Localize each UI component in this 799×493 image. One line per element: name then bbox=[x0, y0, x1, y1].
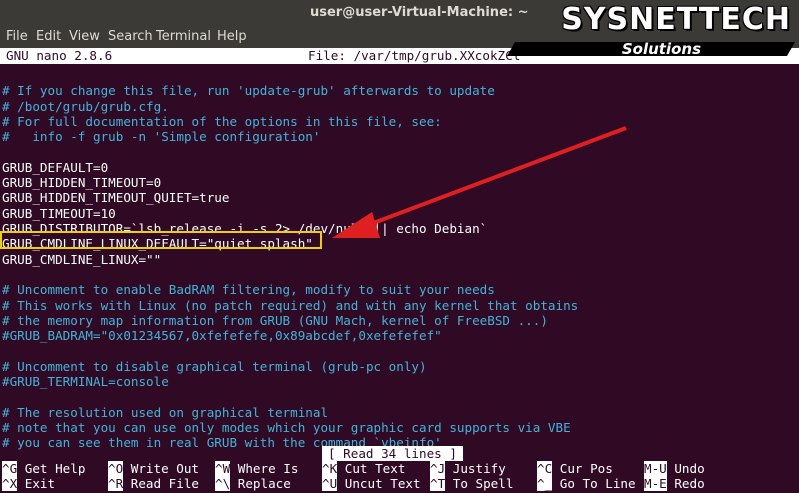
nano-version: GNU nano 2.8.6 bbox=[6, 48, 113, 63]
shortcut-justify[interactable]: ^J Justify bbox=[430, 461, 506, 476]
editor-line: GRUB_CMDLINE_LINUX="" bbox=[2, 251, 162, 267]
menu-terminal[interactable]: Terminal bbox=[156, 29, 211, 44]
shortcut-key: ^R bbox=[108, 476, 124, 491]
shortcut-label: To Spell bbox=[445, 476, 514, 491]
shortcut-redo[interactable]: M-E Redo bbox=[644, 476, 705, 491]
editor-line: # This works with Linux (no patch requir… bbox=[2, 297, 579, 313]
shortcut-key: ^X bbox=[2, 476, 18, 491]
shortcut-undo[interactable]: M-U Undo bbox=[644, 461, 705, 476]
highlight-box bbox=[0, 231, 322, 249]
shortcut-to-spell[interactable]: ^T To Spell bbox=[430, 476, 513, 491]
nano-file-name: File: /var/tmp/grub.XXcokZCl bbox=[308, 48, 521, 63]
shortcut-key: ^_ bbox=[537, 476, 553, 491]
shortcut-key: ^C bbox=[537, 461, 553, 476]
shortcut-key: ^K bbox=[322, 461, 338, 476]
shortcut-write-out[interactable]: ^O Write Out bbox=[108, 461, 199, 476]
shortcut-label: Go To Line bbox=[552, 476, 636, 491]
shortcut-key: ^W bbox=[215, 461, 231, 476]
editor-line: # Uncomment to enable BadRAM filtering, … bbox=[2, 282, 495, 298]
shortcut-key: ^\ bbox=[215, 476, 231, 491]
shortcut-key: ^G bbox=[2, 461, 18, 476]
shortcut-label: Write Out bbox=[123, 461, 199, 476]
logo-main-text: SYSNETTECH bbox=[561, 2, 791, 37]
editor-line: GRUB_DEFAULT=0 bbox=[2, 159, 109, 175]
menu-file[interactable]: File bbox=[6, 29, 28, 44]
editor-line: # If you change this file, run 'update-g… bbox=[2, 83, 495, 99]
editor-line: # note that you can use only modes which… bbox=[2, 419, 571, 435]
editor-line: GRUB_TIMEOUT=10 bbox=[2, 205, 116, 221]
terminal-area[interactable]: GNU nano 2.8.6 File: /var/tmp/grub.XXcok… bbox=[0, 48, 799, 493]
shortcut-key: ^O bbox=[108, 461, 124, 476]
editor-line: # For full documentation of the options … bbox=[2, 113, 442, 129]
shortcut-get-help[interactable]: ^G Get Help bbox=[2, 461, 85, 476]
menu-search[interactable]: Search bbox=[108, 29, 153, 44]
editor-line: # info -f grub -n 'Simple configuration' bbox=[2, 129, 321, 145]
editor-line: # the memory map information from GRUB (… bbox=[2, 312, 548, 328]
shortcut-label: Uncut Text bbox=[337, 476, 421, 491]
editor-line: GRUB_HIDDEN_TIMEOUT_QUIET=true bbox=[2, 190, 230, 206]
editor-line: # Uncomment to disable graphical termina… bbox=[2, 358, 427, 374]
editor-line: #GRUB_BADRAM="0x01234567,0xfefefefe,0x89… bbox=[2, 328, 442, 344]
shortcut-label: Cut Text bbox=[337, 461, 406, 476]
shortcut-label: Replace bbox=[230, 476, 291, 491]
shortcut-uncut-text[interactable]: ^U Uncut Text bbox=[322, 476, 421, 491]
shortcut-key: ^U bbox=[322, 476, 338, 491]
shortcut-cut-text[interactable]: ^K Cut Text bbox=[322, 461, 405, 476]
shortcut-key: ^J bbox=[430, 461, 446, 476]
status-message: [ Read 34 lines ] bbox=[322, 446, 463, 461]
shortcut-cur-pos[interactable]: ^C Cur Pos bbox=[537, 461, 613, 476]
shortcut-label: Cur Pos bbox=[552, 461, 613, 476]
editor-line: #GRUB_TERMINAL=console bbox=[2, 374, 169, 389]
shortcut-label: Exit bbox=[17, 476, 56, 491]
sysnettech-logo: SYSNETTECH Solutions bbox=[491, 2, 796, 64]
shortcut-key: ^T bbox=[430, 476, 446, 491]
shortcut-label: Get Help bbox=[17, 461, 86, 476]
shortcut-key: M-E bbox=[644, 476, 667, 491]
shortcut-replace[interactable]: ^\ Replace bbox=[215, 476, 291, 491]
shortcut-key: M-U bbox=[644, 461, 667, 476]
editor-line: # /boot/grub/grub.cfg. bbox=[2, 98, 169, 114]
editor-line: # The resolution used on graphical termi… bbox=[2, 404, 329, 420]
shortcut-label: Where Is bbox=[230, 461, 299, 476]
shortcut-exit[interactable]: ^X Exit bbox=[2, 476, 55, 491]
shortcut-bar: ^G Get Help ^O Write Out ^W Where Is ^K Cut… bbox=[0, 461, 799, 493]
shortcut-where-is[interactable]: ^W Where Is bbox=[215, 461, 298, 476]
menu-edit[interactable]: Edit bbox=[36, 29, 61, 44]
editor-line: GRUB_HIDDEN_TIMEOUT=0 bbox=[2, 175, 162, 191]
shortcut-label: Redo bbox=[666, 476, 705, 491]
menu-help[interactable]: Help bbox=[217, 29, 247, 44]
logo-sub-text: Solutions bbox=[621, 40, 701, 58]
menu-view[interactable]: View bbox=[69, 29, 100, 44]
shortcut-label: Justify bbox=[445, 461, 506, 476]
shortcut-go-to-line[interactable]: ^_ Go To Line bbox=[537, 476, 636, 491]
shortcut-read-file[interactable]: ^R Read File bbox=[108, 476, 199, 491]
shortcut-label: Read File bbox=[123, 476, 199, 491]
shortcut-label: Undo bbox=[666, 461, 705, 476]
